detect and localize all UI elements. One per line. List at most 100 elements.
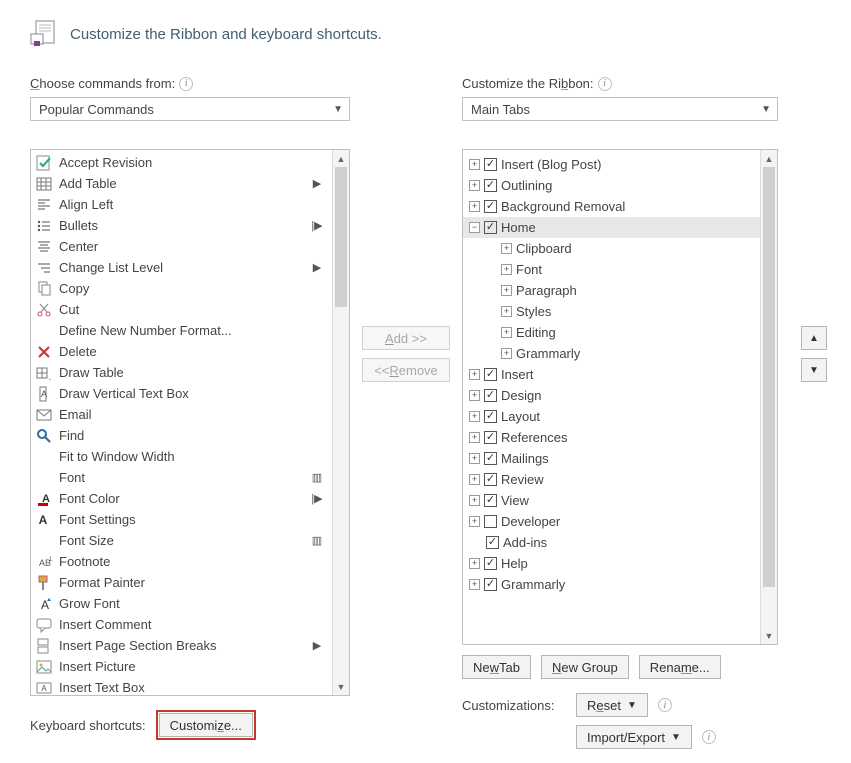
expander-icon[interactable]: + — [501, 264, 512, 275]
checkbox[interactable] — [484, 431, 497, 444]
tree-item[interactable]: +View — [463, 490, 760, 511]
expander-icon[interactable]: + — [501, 348, 512, 359]
command-item[interactable]: Cut — [31, 299, 332, 320]
tree-item[interactable]: +Clipboard — [463, 238, 760, 259]
commands-listbox[interactable]: Accept Revision Add Table ▶ Align Left B… — [30, 149, 350, 696]
expander-icon[interactable]: + — [469, 159, 480, 170]
expander-icon[interactable]: + — [469, 453, 480, 464]
tree-item[interactable]: +Insert — [463, 364, 760, 385]
expander-icon[interactable]: + — [469, 390, 480, 401]
tree-item[interactable]: +Grammarly — [463, 574, 760, 595]
move-down-button[interactable]: ▼ — [801, 358, 827, 382]
command-item[interactable]: A Font Settings — [31, 509, 332, 530]
command-item[interactable]: Accept Revision — [31, 152, 332, 173]
expander-icon[interactable]: + — [501, 243, 512, 254]
command-item[interactable]: Insert Picture — [31, 656, 332, 677]
checkbox[interactable] — [484, 494, 497, 507]
expander-icon[interactable]: + — [469, 516, 480, 527]
checkbox[interactable] — [484, 578, 497, 591]
scrollbar[interactable]: ▲ ▼ — [332, 150, 349, 695]
checkbox[interactable] — [484, 452, 497, 465]
tree-item[interactable]: +Insert (Blog Post) — [463, 154, 760, 175]
tree-item[interactable]: −Home — [463, 217, 760, 238]
tree-item[interactable]: +Styles — [463, 301, 760, 322]
command-item[interactable]: Copy — [31, 278, 332, 299]
expander-icon[interactable]: + — [501, 327, 512, 338]
tree-item[interactable]: +Outlining — [463, 175, 760, 196]
reset-button[interactable]: Reset▼ — [576, 693, 648, 717]
customize-button[interactable]: Customize... — [159, 713, 253, 737]
tree-item[interactable]: +Layout — [463, 406, 760, 427]
command-item[interactable]: Center — [31, 236, 332, 257]
remove-button[interactable]: << Remove — [362, 358, 450, 382]
expander-icon[interactable]: + — [501, 285, 512, 296]
expander-icon[interactable]: + — [469, 495, 480, 506]
tree-item[interactable]: +Font — [463, 259, 760, 280]
tree-item[interactable]: +Background Removal — [463, 196, 760, 217]
tree-item[interactable]: +References — [463, 427, 760, 448]
expander-icon[interactable]: + — [469, 411, 480, 422]
expander-icon[interactable]: + — [469, 474, 480, 485]
expander-icon[interactable]: + — [469, 558, 480, 569]
checkbox[interactable] — [484, 158, 497, 171]
scroll-down-icon[interactable]: ▼ — [333, 678, 349, 695]
import-export-button[interactable]: Import/Export▼ — [576, 725, 692, 749]
add-button[interactable]: Add >> — [362, 326, 450, 350]
tree-item[interactable]: +Paragraph — [463, 280, 760, 301]
command-item[interactable]: Bullets |▶ — [31, 215, 332, 236]
checkbox[interactable] — [486, 536, 499, 549]
scroll-thumb[interactable] — [335, 167, 347, 307]
info-icon[interactable]: i — [702, 730, 716, 744]
command-item[interactable]: A Insert Text Box — [31, 677, 332, 695]
main-tabs-combo[interactable]: Main Tabs ▼ — [462, 97, 778, 121]
expander-icon[interactable]: + — [469, 201, 480, 212]
command-item[interactable]: A Font Color |▶ — [31, 488, 332, 509]
scroll-up-icon[interactable]: ▲ — [761, 150, 777, 167]
command-item[interactable]: Font ▥ — [31, 467, 332, 488]
tree-item[interactable]: +Grammarly — [463, 343, 760, 364]
command-item[interactable]: Define New Number Format... — [31, 320, 332, 341]
ribbon-tree[interactable]: +Insert (Blog Post)+Outlining+Background… — [462, 149, 778, 645]
tree-item[interactable]: Add-ins — [463, 532, 760, 553]
new-tab-button[interactable]: New Tab — [462, 655, 531, 679]
info-icon[interactable]: i — [598, 77, 612, 91]
command-item[interactable]: Align Left — [31, 194, 332, 215]
checkbox[interactable] — [484, 389, 497, 402]
expander-icon[interactable]: + — [501, 306, 512, 317]
info-icon[interactable]: i — [179, 77, 193, 91]
rename-button[interactable]: Rename... — [639, 655, 721, 679]
command-item[interactable]: A Draw Vertical Text Box — [31, 383, 332, 404]
tree-item[interactable]: +Mailings — [463, 448, 760, 469]
expander-icon[interactable]: + — [469, 579, 480, 590]
command-item[interactable]: Email — [31, 404, 332, 425]
checkbox[interactable] — [484, 473, 497, 486]
command-item[interactable]: AB1 Footnote — [31, 551, 332, 572]
checkbox[interactable] — [484, 221, 497, 234]
tree-item[interactable]: +Developer — [463, 511, 760, 532]
scroll-up-icon[interactable]: ▲ — [333, 150, 349, 167]
scroll-thumb[interactable] — [763, 167, 775, 587]
command-item[interactable]: Format Painter — [31, 572, 332, 593]
expander-icon[interactable]: + — [469, 432, 480, 443]
command-item[interactable]: Delete — [31, 341, 332, 362]
choose-commands-combo[interactable]: Popular Commands ▼ — [30, 97, 350, 121]
checkbox[interactable] — [484, 368, 497, 381]
checkbox[interactable] — [484, 557, 497, 570]
command-item[interactable]: Insert Comment — [31, 614, 332, 635]
tree-item[interactable]: +Review — [463, 469, 760, 490]
expander-icon[interactable]: + — [469, 180, 480, 191]
command-item[interactable]: Draw Table — [31, 362, 332, 383]
tree-item[interactable]: +Help — [463, 553, 760, 574]
checkbox[interactable] — [484, 410, 497, 423]
info-icon[interactable]: i — [658, 698, 672, 712]
scrollbar[interactable]: ▲ ▼ — [760, 150, 777, 644]
command-item[interactable]: Add Table ▶ — [31, 173, 332, 194]
move-up-button[interactable]: ▲ — [801, 326, 827, 350]
tree-item[interactable]: +Design — [463, 385, 760, 406]
command-item[interactable]: Change List Level ▶ — [31, 257, 332, 278]
command-item[interactable]: Fit to Window Width — [31, 446, 332, 467]
command-item[interactable]: Font Size ▥ — [31, 530, 332, 551]
command-item[interactable]: Insert Page Section Breaks ▶ — [31, 635, 332, 656]
checkbox[interactable] — [484, 515, 497, 528]
checkbox[interactable] — [484, 200, 497, 213]
